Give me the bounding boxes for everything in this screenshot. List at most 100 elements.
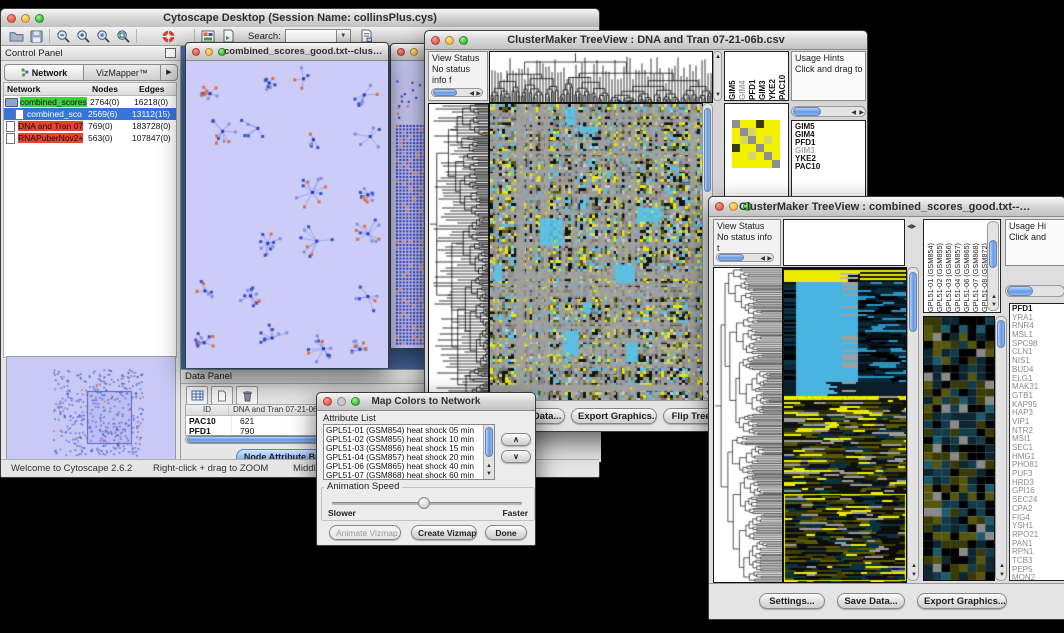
column-header[interactable]: Network — [4, 84, 89, 94]
network-table-row[interactable]: RNAPuberNov2+563(0)107847(0) — [4, 132, 176, 144]
view-status-scrollbar[interactable]: ◀▶ — [716, 253, 774, 262]
dendrogram-scrollbar[interactable]: ▲▼ — [713, 51, 722, 101]
row-label[interactable]: PAC10 — [795, 163, 865, 171]
tab-vizmapper[interactable]: VizMapper™ — [84, 64, 161, 81]
create-vizmap-button[interactable]: Create Vizmap — [411, 525, 477, 540]
zoom-matrix[interactable] — [732, 120, 780, 168]
column-header[interactable]: ID — [186, 405, 229, 415]
column-header[interactable]: DNA and Tran 07-21-06... — [229, 405, 324, 415]
minimize-icon[interactable] — [205, 48, 213, 56]
gene-label[interactable]: MON2 — [1010, 574, 1064, 581]
close-icon[interactable] — [7, 14, 16, 23]
close-icon[interactable] — [192, 48, 200, 56]
matrix-cell — [764, 144, 772, 152]
matrix-cell — [740, 120, 748, 128]
matrix-cell — [740, 144, 748, 152]
close-icon[interactable] — [431, 36, 440, 45]
column-label[interactable]: GIM4 — [738, 54, 747, 100]
minimize-icon[interactable] — [445, 36, 454, 45]
zoom-heatmap-canvas[interactable] — [923, 316, 995, 581]
zoom-in-icon[interactable] — [73, 28, 93, 45]
document-icon — [15, 109, 24, 120]
done-button[interactable]: Done — [485, 525, 527, 540]
select-attributes-icon[interactable] — [186, 386, 208, 405]
row-dendrogram-canvas[interactable] — [428, 103, 489, 401]
tab-network[interactable]: Network — [4, 64, 84, 81]
column-label[interactable]: GPL51-06 (GSM865) — [962, 222, 971, 312]
help-ring-icon[interactable] — [158, 28, 178, 45]
view-status-scrollbar[interactable]: ◀▶ — [431, 88, 483, 97]
frame1-title-bar[interactable]: combined_scores_good.txt--cluste... — [186, 43, 388, 61]
delete-attribute-icon[interactable] — [236, 386, 258, 405]
heatmap-canvas[interactable] — [783, 267, 907, 583]
save-session-button[interactable] — [26, 28, 46, 45]
column-label[interactable]: PAC10 — [778, 54, 787, 100]
row-dendrogram-canvas[interactable] — [713, 267, 783, 583]
network-table-row[interactable]: combined_scores2764(0)16218(0) — [4, 96, 176, 108]
close-icon[interactable] — [715, 202, 724, 211]
column-label[interactable]: GPL51-01 (GSM854) — [926, 222, 935, 312]
column-label[interactable]: PFD1 — [748, 54, 757, 100]
network-edges-count: 183728(0) — [132, 121, 176, 131]
move-down-button[interactable]: ∨ — [501, 450, 531, 463]
zoom-heatmap-scrollbar[interactable]: ▲▼ — [995, 316, 1007, 581]
open-session-button[interactable] — [6, 28, 26, 45]
minimize-icon[interactable] — [729, 202, 738, 211]
move-up-button[interactable]: ∧ — [501, 433, 531, 446]
row-labels-scrollbar[interactable]: ◀▶ — [791, 106, 866, 117]
main-title-bar[interactable]: Cytoscape Desktop (Session Name: collins… — [1, 9, 599, 28]
column-label[interactable]: GIM3 — [758, 54, 767, 100]
attribute-list-label: Attribute List — [323, 413, 376, 424]
settings-button[interactable]: Settings... — [759, 593, 825, 609]
column-dendrogram-canvas[interactable] — [489, 51, 713, 103]
column-header[interactable]: Nodes — [89, 84, 136, 94]
animation-speed-slider[interactable] — [332, 502, 522, 505]
network-edges-count: 107847(0) — [132, 133, 176, 143]
matrix-cell — [732, 128, 740, 136]
attribute-list-item[interactable]: GPL51-07 (GSM868) heat shock 60 min — [324, 471, 494, 480]
tab-overflow-button[interactable]: ▶ — [161, 64, 178, 81]
matrix-cell — [748, 152, 756, 160]
column-label[interactable]: GPL51-03 (GSM856) — [944, 222, 953, 312]
usage-hints-title: Usage Hints — [795, 53, 862, 64]
corner-arrows[interactable]: ◀▶ — [907, 223, 916, 230]
dialog-title-bar[interactable]: Map Colors to Network — [317, 393, 535, 411]
column-label[interactable]: GIM5 — [728, 54, 737, 100]
heatmap-vertical-scrollbar[interactable]: ▲▼ — [907, 267, 919, 581]
network-table-row[interactable]: combined_sco2569(6)13112(15) — [4, 108, 176, 120]
column-labels-scrollbar[interactable]: ▲▼ — [987, 221, 999, 311]
export-graphics-button[interactable]: Export Graphics... — [571, 408, 657, 424]
matrix-cell — [756, 120, 764, 128]
zoom-out-icon[interactable] — [53, 28, 73, 45]
attribute-list-scrollbar[interactable]: ▲▼ — [483, 425, 494, 479]
column-header[interactable]: Edges — [136, 84, 176, 94]
close-icon[interactable] — [397, 48, 405, 56]
main-window-title: Cytoscape Desktop (Session Name: collins… — [31, 12, 569, 24]
attribute-list[interactable]: GPL51-01 (GSM854) heat shock 05 minGPL51… — [323, 424, 495, 480]
new-attribute-icon[interactable] — [211, 386, 233, 405]
minimize-icon[interactable] — [21, 14, 30, 23]
column-label[interactable]: GPL51-07 (GSM868) — [971, 222, 980, 312]
animate-vizmap-button[interactable]: Animate Vizmap — [329, 525, 401, 540]
save-data-button[interactable]: Save Data... — [837, 593, 905, 609]
minimize-icon[interactable] — [410, 48, 418, 56]
float-panel-icon[interactable] — [165, 48, 176, 58]
treeview-dna-title-bar[interactable]: ClusterMaker TreeView : DNA and Tran 07-… — [425, 31, 867, 50]
zoom-fit-icon[interactable] — [113, 28, 133, 45]
heatmap-canvas[interactable] — [489, 103, 703, 401]
desktop: Cytoscape Desktop (Session Name: collins… — [0, 0, 1064, 633]
network-table-row[interactable]: DNA and Tran 07769(0)183728(0) — [4, 120, 176, 132]
network-overview-canvas[interactable] — [6, 356, 176, 463]
column-label[interactable]: GPL51-04 (GSM857) — [953, 222, 962, 312]
column-label[interactable]: YKE2 — [768, 54, 777, 100]
matrix-cell — [764, 152, 772, 160]
slider-thumb[interactable] — [418, 497, 430, 509]
usage-hints-scrollbar[interactable] — [1005, 285, 1064, 297]
network-view-canvas[interactable] — [186, 61, 388, 368]
column-dendrogram-area[interactable] — [783, 219, 905, 266]
export-graphics-button[interactable]: Export Graphics... — [917, 593, 1007, 609]
column-label[interactable]: GPL51-02 (GSM855) — [935, 222, 944, 312]
close-icon[interactable] — [323, 397, 332, 406]
zoom-selected-icon[interactable] — [93, 28, 113, 45]
treeview-combined-title-bar[interactable]: ClusterMaker TreeView : combined_scores_… — [709, 197, 1064, 217]
